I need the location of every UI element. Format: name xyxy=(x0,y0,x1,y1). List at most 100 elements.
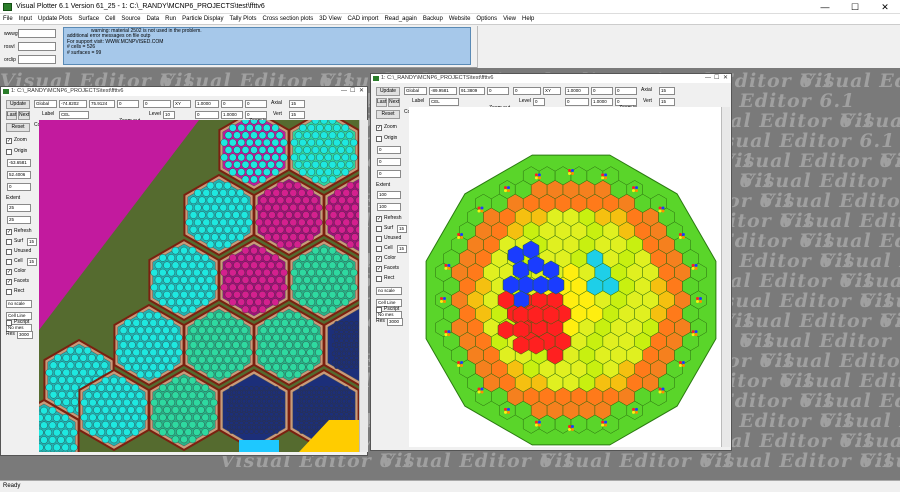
win2-basis1-field[interactable]: 1.0000 xyxy=(565,87,589,95)
menu-help[interactable]: Help xyxy=(519,14,537,25)
win1-axes-select[interactable]: XY xyxy=(173,100,191,108)
win1-basis5-field[interactable]: 1.0000 xyxy=(221,111,243,119)
geometry-plot-1[interactable] xyxy=(39,120,359,452)
win1-side-field-2[interactable]: -53.6581 xyxy=(7,159,31,167)
menu-backup[interactable]: Backup xyxy=(420,14,446,25)
win1-axial-field[interactable]: 15 xyxy=(289,100,305,108)
win1-side-field-7[interactable]: 25 xyxy=(7,216,31,224)
window-2-close-button[interactable]: ✕ xyxy=(723,74,728,83)
minimize-button[interactable]: — xyxy=(810,1,840,13)
win1-chk-surf[interactable] xyxy=(6,239,12,245)
win2-chk-rect[interactable] xyxy=(376,276,382,282)
win2-basis4-field[interactable]: 0 xyxy=(565,98,589,106)
win2-last-button[interactable]: Last xyxy=(376,98,387,107)
win2-origin-y-field[interactable]: 91.3809 xyxy=(459,87,485,95)
win1-next-button[interactable]: Next xyxy=(18,111,30,120)
menu-source[interactable]: Source xyxy=(118,14,143,25)
window-2-minimize-button[interactable]: — xyxy=(705,74,711,83)
win2-update-button[interactable]: Update xyxy=(376,87,400,96)
win2-chk-zoom[interactable]: ✓ xyxy=(376,125,382,131)
win2-scale-select[interactable]: no scale xyxy=(376,287,402,295)
win2-chk-pscript[interactable] xyxy=(376,307,382,313)
win1-basis2-field[interactable]: 0 xyxy=(221,100,243,108)
win1-chk-cell[interactable] xyxy=(6,259,12,265)
win1-chk-unused[interactable] xyxy=(6,249,12,255)
orclip-input[interactable] xyxy=(18,55,56,64)
win1-chk-pscript[interactable] xyxy=(6,320,12,326)
win1-origin-x-field[interactable]: -74.8202 xyxy=(59,100,87,108)
win1-label-select[interactable]: CEL xyxy=(59,111,89,119)
win2-origin-x-field[interactable]: -89.9581 xyxy=(429,87,457,95)
win1-basis4-field[interactable]: 0 xyxy=(195,111,219,119)
win2-level-field[interactable]: 0 xyxy=(533,98,545,106)
win1-scale-select[interactable]: no scale xyxy=(6,300,32,308)
menu-surface[interactable]: Surface xyxy=(75,14,102,25)
win2-plane-a-field[interactable]: 0 xyxy=(513,87,541,95)
menu-cell[interactable]: Cell xyxy=(102,14,118,25)
win2-side-field-2[interactable]: 0 xyxy=(377,146,401,154)
win2-vert-field[interactable]: 15 xyxy=(659,98,675,106)
menu-particle-display[interactable]: Particle Display xyxy=(179,14,226,25)
menu-view[interactable]: View xyxy=(500,14,519,25)
menu-cad-import[interactable]: CAD import xyxy=(344,14,381,25)
win2-chk-origin[interactable] xyxy=(376,136,382,142)
win2-res-field[interactable]: 3000 xyxy=(387,318,403,326)
win1-update-button[interactable]: Update xyxy=(6,100,30,109)
win2-chk-color[interactable]: ✓ xyxy=(376,256,382,262)
window-2-maximize-button[interactable]: ☐ xyxy=(714,74,719,83)
menu-website[interactable]: Website xyxy=(446,14,474,25)
win2-chk-unused[interactable] xyxy=(376,236,382,242)
win2-chk-cell[interactable] xyxy=(376,246,382,252)
window-2-vertical-scrollbar[interactable] xyxy=(721,107,730,447)
win2-next-button[interactable]: Next xyxy=(388,98,400,107)
win2-axial-field[interactable]: 15 xyxy=(659,87,675,95)
maximize-button[interactable]: ☐ xyxy=(840,1,870,13)
menu-read-again[interactable]: Read_again xyxy=(381,14,419,25)
geometry-plot-2[interactable] xyxy=(409,107,721,447)
win1-origin-z-field[interactable]: 0 xyxy=(117,100,139,108)
menu-cross-section-plots[interactable]: Cross section plots xyxy=(260,14,317,25)
win1-chk-facets[interactable]: ✓ xyxy=(6,279,12,285)
wwwgt-input[interactable] xyxy=(18,29,56,38)
win1-level-field[interactable]: 10 xyxy=(163,111,175,119)
menu-update-plots[interactable]: Update Plots xyxy=(35,14,75,25)
win2-side-field-4[interactable]: 0 xyxy=(377,170,401,178)
win1-chk-refresh[interactable]: ✓ xyxy=(6,229,12,235)
win1-reset-button[interactable]: Reset xyxy=(6,123,30,132)
win2-side-field-3[interactable]: 0 xyxy=(377,158,401,166)
menu-file[interactable]: File xyxy=(0,14,16,25)
window-1-maximize-button[interactable]: ☐ xyxy=(350,87,355,96)
win2-origin-z-field[interactable]: 0 xyxy=(487,87,509,95)
menu-options[interactable]: Options xyxy=(473,14,500,25)
rosvl-input[interactable] xyxy=(18,42,56,51)
win1-surf-field[interactable]: 15 xyxy=(27,238,37,246)
win1-res-field[interactable]: 3000 xyxy=(17,331,33,339)
win1-side-field-6[interactable]: 25 xyxy=(7,204,31,212)
menu-3d-view[interactable]: 3D View xyxy=(316,14,344,25)
win1-origin-mode-select[interactable]: Global xyxy=(34,100,57,108)
menu-tally-plots[interactable]: Tally Plots xyxy=(227,14,260,25)
win1-basis1-field[interactable]: 1.0000 xyxy=(195,100,219,108)
close-button[interactable]: ✕ xyxy=(870,1,900,13)
win2-side-field-6[interactable]: 100 xyxy=(377,191,401,199)
win1-side-field-3[interactable]: 52.4006 xyxy=(7,171,31,179)
win2-cell-field[interactable]: 15 xyxy=(397,245,407,253)
win2-chk-surf[interactable] xyxy=(376,226,382,232)
win1-plane-a-field[interactable]: 0 xyxy=(143,100,171,108)
window-1-minimize-button[interactable]: — xyxy=(341,87,347,96)
win2-axes-select[interactable]: XY xyxy=(543,87,561,95)
win2-chk-facets[interactable]: ✓ xyxy=(376,266,382,272)
win2-origin-mode-select[interactable]: Global xyxy=(404,87,427,95)
win2-chk-refresh[interactable]: ✓ xyxy=(376,216,382,222)
win1-basis3-field[interactable]: 0 xyxy=(245,100,267,108)
win1-origin-y-field[interactable]: 75.9124 xyxy=(89,100,115,108)
win1-cell-field[interactable]: 15 xyxy=(27,258,37,266)
menu-input[interactable]: Input xyxy=(16,14,35,25)
win1-chk-rect[interactable] xyxy=(6,289,12,295)
menu-run[interactable]: Run xyxy=(162,14,179,25)
win1-chk-zoom[interactable]: ✓ xyxy=(6,138,12,144)
win2-basis2-field[interactable]: 0 xyxy=(591,87,613,95)
win2-basis3-field[interactable]: 0 xyxy=(615,87,637,95)
win1-side-field-4[interactable]: 0 xyxy=(7,183,31,191)
win2-reset-button[interactable]: Reset xyxy=(376,110,400,119)
